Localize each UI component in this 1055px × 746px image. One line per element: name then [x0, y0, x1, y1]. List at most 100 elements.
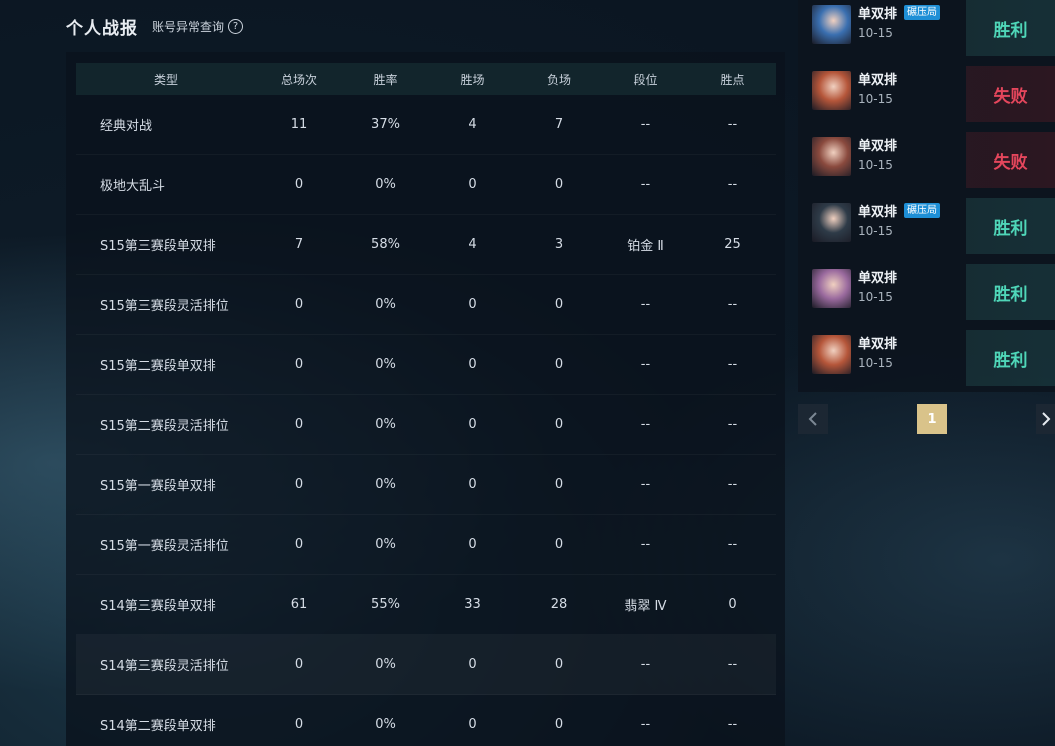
cell-lp: -- [727, 177, 738, 192]
cell-wins: 4 [468, 237, 477, 252]
account-anomaly-label: 账号异常查询 [152, 19, 225, 34]
match-item[interactable]: 单双排 碾压局 10-15 胜利 [798, 198, 1055, 260]
cell-total: 0 [294, 357, 304, 372]
col-type: 类型 [153, 72, 178, 87]
cell-winrate: 0% [375, 477, 396, 492]
match-date: 10-15 [858, 224, 893, 238]
cell-type: S15第二赛段灵活排位 [100, 419, 229, 434]
cell-type: S14第三赛段单双排 [100, 599, 216, 614]
champion-avatar [812, 335, 851, 374]
cell-total: 0 [294, 417, 304, 432]
result-win: 胜利 [966, 198, 1055, 254]
next-page-button[interactable] [1036, 404, 1055, 434]
match-mode: 单双排 [858, 271, 898, 286]
champion-avatar [812, 71, 851, 110]
cell-lp: -- [727, 657, 738, 672]
col-rank: 段位 [633, 72, 658, 87]
cell-winrate: 0% [375, 297, 396, 312]
cell-total: 0 [294, 177, 304, 192]
cell-rank: -- [640, 297, 651, 312]
cell-rank: -- [640, 177, 651, 192]
cell-wins: 4 [468, 117, 477, 132]
match-history-panel: 单双排 碾压局 10-15 胜利 单双排 10-15 失败 单双排 10-15 失败 单双排 碾压局 1… [798, 0, 1055, 392]
cell-wins: 33 [464, 597, 481, 612]
stomp-badge: 碾压局 [904, 203, 940, 218]
chevron-right-icon [1042, 412, 1051, 426]
match-item[interactable]: 单双排 10-15 失败 [798, 66, 1055, 128]
cell-losses: 0 [554, 177, 564, 192]
cell-winrate: 0% [375, 177, 396, 192]
match-mode: 单双排 [858, 205, 898, 220]
match-date: 10-15 [858, 26, 893, 40]
table-row: S14第三赛段单双排 61 55% 33 28 翡翠 Ⅳ 0 [76, 575, 776, 635]
cell-wins: 0 [468, 357, 477, 372]
table-row: S15第二赛段灵活排位 0 0% 0 0 -- -- [76, 395, 776, 455]
col-total: 总场次 [280, 72, 317, 87]
cell-winrate: 0% [375, 417, 396, 432]
champion-avatar [812, 203, 851, 242]
table-row: S15第一赛段单双排 0 0% 0 0 -- -- [76, 455, 776, 515]
cell-losses: 28 [550, 597, 568, 612]
champion-avatar [812, 137, 851, 176]
cell-losses: 0 [554, 537, 564, 552]
cell-type: S15第一赛段单双排 [100, 479, 216, 494]
match-mode: 单双排 [858, 337, 898, 352]
page-header: 个人战报 账号异常查询 ? [66, 14, 244, 39]
cell-winrate: 55% [371, 597, 400, 612]
match-date: 10-15 [858, 356, 893, 370]
table-row: S15第三赛段单双排 7 58% 4 3 铂金 Ⅱ 25 [76, 215, 776, 275]
cell-total: 0 [294, 537, 304, 552]
cell-rank: -- [640, 717, 651, 732]
cell-type: S15第二赛段单双排 [100, 359, 216, 374]
table-row: S15第一赛段灵活排位 0 0% 0 0 -- -- [76, 515, 776, 575]
match-mode: 单双排 [858, 7, 898, 22]
page-number-button[interactable]: 1 [917, 404, 947, 434]
cell-wins: 0 [468, 477, 477, 492]
cell-rank: -- [640, 357, 651, 372]
col-wins: 胜场 [460, 72, 485, 87]
cell-total: 0 [294, 717, 304, 732]
cell-total: 0 [294, 477, 304, 492]
cell-rank: 翡翠 Ⅳ [624, 599, 667, 614]
table-row: S15第三赛段灵活排位 0 0% 0 0 -- -- [76, 275, 776, 335]
cell-total: 0 [294, 657, 304, 672]
cell-winrate: 37% [371, 117, 400, 132]
cell-winrate: 0% [375, 657, 396, 672]
prev-page-button[interactable] [798, 404, 828, 434]
cell-lp: 25 [724, 237, 741, 252]
result-win: 胜利 [966, 264, 1055, 320]
table-row: S14第二赛段单双排 0 0% 0 0 -- -- [76, 695, 776, 746]
cell-losses: 0 [554, 717, 564, 732]
match-item[interactable]: 单双排 10-15 胜利 [798, 264, 1055, 326]
cell-total: 0 [294, 297, 304, 312]
cell-lp: -- [727, 417, 738, 432]
col-winrate: 胜率 [373, 72, 398, 87]
cell-lp: -- [727, 477, 738, 492]
cell-rank: 铂金 Ⅱ [627, 239, 664, 254]
cell-type: S15第三赛段单双排 [100, 239, 216, 254]
cell-rank: -- [640, 537, 651, 552]
table-row: 极地大乱斗 0 0% 0 0 -- -- [76, 155, 776, 215]
cell-lp: 0 [728, 597, 737, 612]
match-item[interactable]: 单双排 碾压局 10-15 胜利 [798, 0, 1055, 62]
cell-wins: 0 [468, 657, 477, 672]
cell-losses: 7 [554, 117, 564, 132]
cell-losses: 3 [554, 237, 564, 252]
col-losses: 负场 [546, 72, 571, 87]
cell-losses: 0 [554, 417, 564, 432]
cell-type: S14第三赛段灵活排位 [100, 659, 229, 674]
result-loss: 失败 [966, 66, 1055, 122]
cell-losses: 0 [554, 657, 564, 672]
match-date: 10-15 [858, 290, 893, 304]
cell-lp: -- [727, 537, 738, 552]
account-anomaly-link[interactable]: 账号异常查询 ? [152, 18, 244, 35]
match-item[interactable]: 单双排 10-15 胜利 [798, 330, 1055, 392]
result-win: 胜利 [966, 0, 1055, 56]
cell-type: S14第二赛段单双排 [100, 719, 216, 734]
match-item[interactable]: 单双排 10-15 失败 [798, 132, 1055, 194]
help-icon[interactable]: ? [228, 18, 244, 34]
result-loss: 失败 [966, 132, 1055, 188]
cell-losses: 0 [554, 477, 564, 492]
cell-wins: 0 [468, 417, 477, 432]
stomp-badge: 碾压局 [904, 5, 940, 20]
